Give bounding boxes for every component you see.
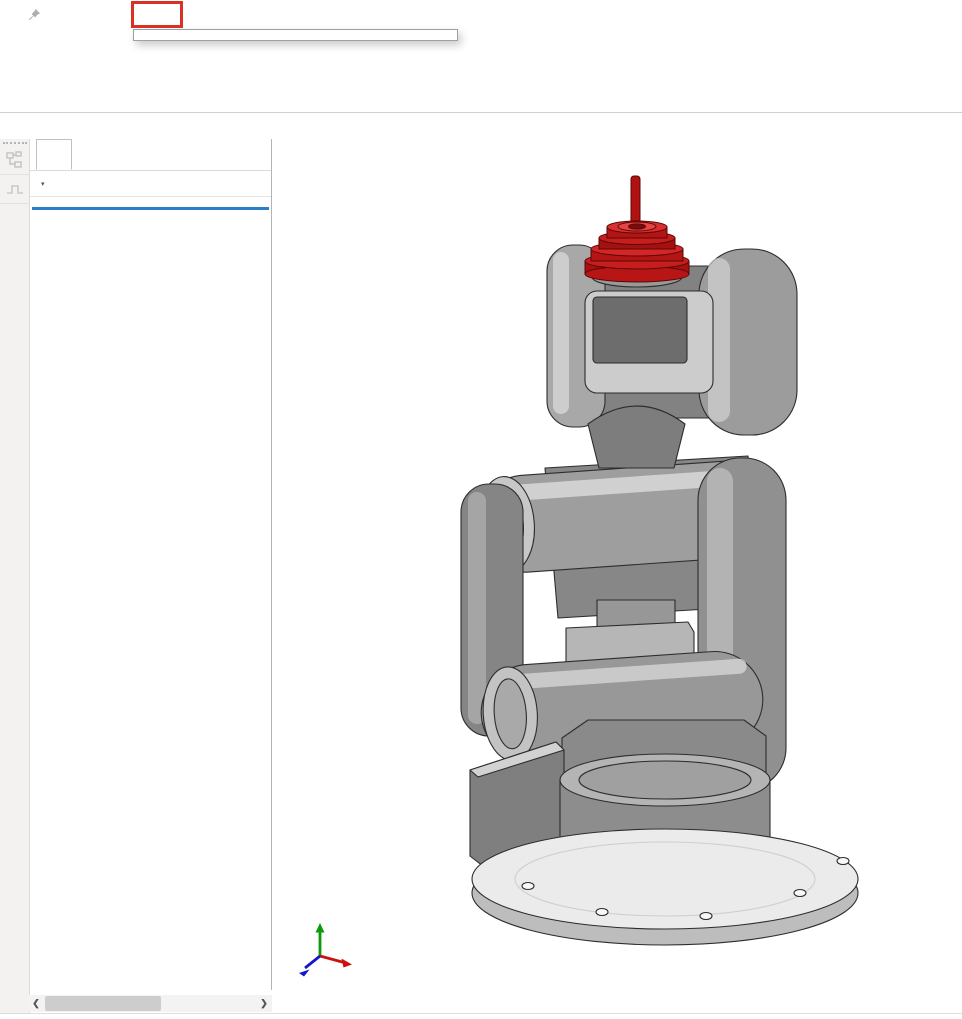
panel-drag-handle[interactable] xyxy=(3,142,27,144)
robot-arm-model xyxy=(272,139,962,1013)
z-axis-arrow-icon xyxy=(299,970,310,977)
property-manager-tab[interactable] xyxy=(74,139,110,170)
panel-horizontal-scrollbar[interactable]: ❮ ❯ xyxy=(28,995,272,1012)
scrollbar-track[interactable] xyxy=(44,995,256,1012)
feature-tree xyxy=(30,197,271,202)
scrollbar-thumb[interactable] xyxy=(45,996,161,1011)
rollback-bar[interactable] xyxy=(32,207,269,210)
red-end-effector xyxy=(585,176,689,282)
annotation-box-datei xyxy=(131,1,183,28)
step-profile-icon[interactable] xyxy=(0,175,30,204)
scroll-right-arrow-icon[interactable]: ❯ xyxy=(256,998,272,1009)
pin-icon[interactable] xyxy=(27,7,42,22)
dropdown-caret-icon[interactable]: ▾ xyxy=(41,180,45,188)
feature-tree-tab[interactable] xyxy=(36,139,72,170)
y-axis-arrow-icon xyxy=(316,923,325,933)
feature-manager-panel: ▾ xyxy=(30,139,272,990)
command-manager-tabs xyxy=(0,113,272,139)
panel-tab-bar xyxy=(30,139,271,171)
hierarchy-icon[interactable] xyxy=(0,146,30,175)
status-bar xyxy=(0,1013,962,1019)
configuration-manager-tab[interactable] xyxy=(112,139,148,170)
left-toolbar-strip xyxy=(0,139,30,1013)
x-axis-arrow-icon xyxy=(342,959,353,968)
file-menu-dropdown xyxy=(133,29,458,41)
tree-filter-row: ▾ xyxy=(30,171,271,197)
graphics-viewport[interactable] xyxy=(272,139,962,1013)
scroll-left-arrow-icon[interactable]: ❮ xyxy=(28,998,44,1009)
orientation-triad xyxy=(290,916,362,988)
